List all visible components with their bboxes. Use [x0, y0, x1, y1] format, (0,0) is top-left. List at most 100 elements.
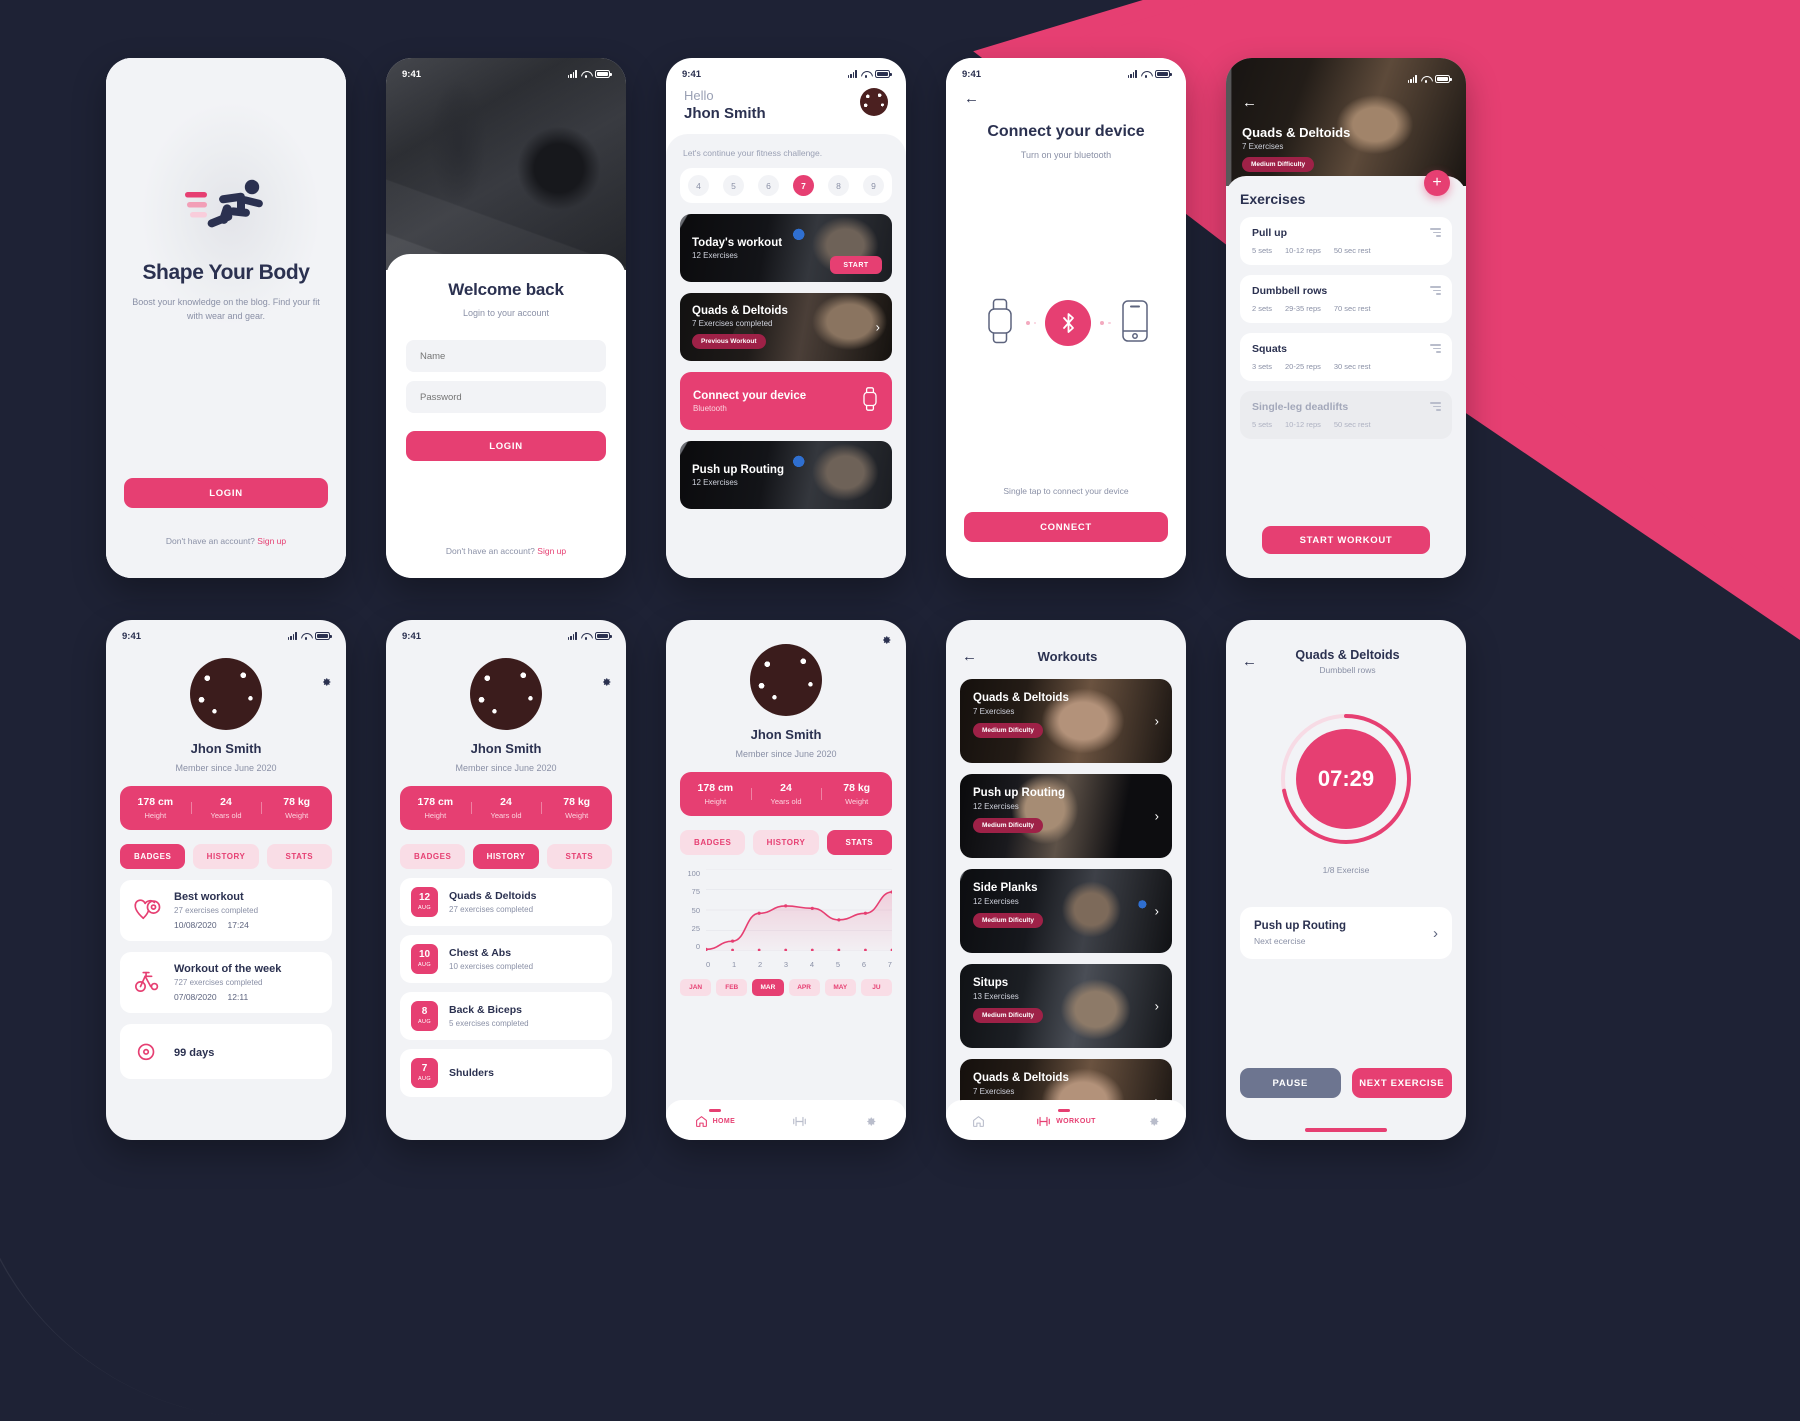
member-since: Member since June 2020 — [175, 763, 277, 773]
pushup-routine-card[interactable]: Push up Routing 12 Exercises — [680, 441, 892, 509]
login-button[interactable]: LOGIN — [406, 431, 606, 461]
month-chip[interactable]: FEB — [716, 979, 748, 996]
watch-icon — [983, 296, 1017, 351]
tab-workout[interactable] — [792, 1115, 807, 1128]
day-chip[interactable]: 4 — [688, 175, 709, 196]
month-chip[interactable]: APR — [788, 979, 820, 996]
day-chip[interactable]: 8 — [828, 175, 849, 196]
tab-settings[interactable] — [864, 1115, 877, 1128]
day-chip[interactable]: 9 — [863, 175, 884, 196]
badge-card[interactable]: Best workout 27 exercises completed 10/0… — [120, 880, 332, 941]
active-indicator — [708, 1109, 721, 1112]
tab-settings[interactable] — [1147, 1115, 1160, 1128]
chevron-right-icon[interactable]: › — [1155, 714, 1159, 729]
date-month: AUG — [417, 1076, 432, 1082]
status-bar — [1242, 66, 1452, 92]
name-input[interactable] — [406, 340, 606, 372]
avatar[interactable] — [470, 658, 542, 730]
workout-card[interactable]: Side Planks 12 Exercises Medium Dificult… — [960, 869, 1172, 953]
exercise-row[interactable]: Pull up 5 sets 10-12 reps 50 sec rest — [1240, 217, 1452, 265]
tab-home[interactable]: HOME — [695, 1109, 736, 1128]
bluetooth-icon[interactable] — [1045, 300, 1091, 346]
drag-handle-icon[interactable] — [1430, 402, 1441, 411]
month-chip[interactable]: JU — [860, 979, 893, 996]
month-chip[interactable]: JAN — [680, 979, 712, 996]
exercise-row[interactable]: Dumbbell rows 2 sets 29-35 reps 70 sec r… — [1240, 275, 1452, 323]
tab-history[interactable]: HISTORY — [753, 830, 819, 855]
user-name: Jhon Smith — [684, 105, 766, 122]
history-row[interactable]: 8 AUG Back & Biceps 5 exercises complete… — [400, 992, 612, 1040]
avatar[interactable] — [750, 644, 822, 716]
gear-icon[interactable] — [880, 634, 892, 646]
connect-button[interactable]: CONNECT — [964, 512, 1168, 542]
x-tick: 7 — [887, 960, 892, 969]
card-title: Connect your device — [693, 389, 807, 402]
workout-card[interactable]: Situps 13 Exercises Medium Dificulty › — [960, 964, 1172, 1048]
exercise-rest: 70 sec rest — [1333, 304, 1371, 313]
start-workout-button[interactable]: START WORKOUT — [1262, 526, 1430, 554]
day-chip[interactable]: 6 — [758, 175, 779, 196]
tab-history[interactable]: HISTORY — [193, 844, 259, 869]
y-tick: 100 — [687, 869, 700, 878]
month-chip-active[interactable]: MAR — [752, 979, 784, 996]
tab-badges[interactable]: BADGES — [680, 830, 746, 855]
exercise-row[interactable]: Single-leg deadlifts 5 sets 10-12 reps 5… — [1240, 391, 1452, 439]
drag-handle-icon[interactable] — [1430, 228, 1441, 237]
tab-stats[interactable]: STATS — [826, 830, 892, 855]
day-chip-active[interactable]: 7 — [793, 175, 814, 196]
history-row[interactable]: 12 AUG Quads & Deltoids 27 exercises com… — [400, 878, 612, 926]
chevron-right-icon[interactable]: › — [1155, 904, 1159, 919]
x-tick: 4 — [809, 960, 815, 969]
back-arrow-icon[interactable]: ← — [1242, 94, 1450, 111]
workout-card[interactable]: Quads & Deltoids 7 Exercises Medium Difi… — [960, 679, 1172, 763]
history-row[interactable]: 7 AUG Shulders — [400, 1049, 612, 1097]
tab-workout[interactable]: WORKOUT — [1036, 1109, 1096, 1128]
chevron-right-icon[interactable]: › — [876, 320, 880, 335]
date-chip: 7 AUG — [411, 1058, 438, 1088]
profile-name: Jhon Smith — [750, 727, 822, 742]
gear-icon[interactable] — [320, 676, 332, 688]
back-arrow-icon[interactable]: ← — [946, 84, 1186, 107]
exercise-sets: 5 sets — [1252, 420, 1273, 429]
badge-card[interactable]: 99 days — [120, 1024, 332, 1079]
pause-button[interactable]: PAUSE — [1240, 1068, 1341, 1098]
chevron-right-icon[interactable]: › — [1155, 1094, 1159, 1109]
stat-height: 178 cm Height — [400, 796, 471, 820]
stat-value: 24 — [780, 782, 792, 794]
tab-badges[interactable]: BADGES — [120, 844, 186, 869]
avatar[interactable] — [190, 658, 262, 730]
todays-workout-card[interactable]: Today's workout 12 Exercises START — [680, 214, 892, 282]
signup-link[interactable]: Sign up — [537, 546, 566, 556]
previous-workout-card[interactable]: Quads & Deltoids 7 Exercises completed P… — [680, 293, 892, 361]
exercise-rest: 30 sec rest — [1333, 362, 1371, 371]
tab-stats[interactable]: STATS — [546, 844, 612, 869]
exercise-row[interactable]: Squats 3 sets 20-25 reps 30 sec rest — [1240, 333, 1452, 381]
connect-device-card[interactable]: Connect your device Bluetooth — [680, 372, 892, 430]
password-input[interactable] — [406, 381, 606, 413]
next-exercise-card[interactable]: Push up Routing Next ecercise › — [1240, 907, 1452, 959]
badge-card[interactable]: Workout of the week 727 exercises comple… — [120, 952, 332, 1013]
day-chip[interactable]: 5 — [723, 175, 744, 196]
difficulty-badge: Medium Dificulty — [973, 818, 1044, 833]
month-chip[interactable]: MAY — [824, 979, 856, 996]
difficulty-badge: Medium Dificulty — [973, 913, 1044, 928]
avatar[interactable] — [860, 88, 888, 116]
next-exercise-button[interactable]: NEXT EXERCISE — [1351, 1068, 1452, 1098]
add-exercise-button[interactable]: + — [1424, 170, 1450, 196]
chevron-right-icon[interactable]: › — [1155, 809, 1159, 824]
start-button[interactable]: START — [830, 256, 882, 274]
workout-card[interactable]: Push up Routing 12 Exercises Medium Difi… — [960, 774, 1172, 858]
tab-history[interactable]: HISTORY — [473, 844, 539, 869]
tab-stats[interactable]: STATS — [266, 844, 332, 869]
history-row[interactable]: 10 AUG Chest & Abs 10 exercises complete… — [400, 935, 612, 983]
chevron-right-icon[interactable]: › — [1433, 925, 1438, 942]
active-indicator — [1058, 1109, 1071, 1112]
drag-handle-icon[interactable] — [1430, 344, 1441, 353]
chevron-right-icon[interactable]: › — [1155, 999, 1159, 1014]
tab-badges[interactable]: BADGES — [400, 844, 466, 869]
gear-icon[interactable] — [600, 676, 612, 688]
tab-home[interactable] — [972, 1115, 985, 1128]
days-streak-icon — [132, 1037, 162, 1068]
login-hero-image: 9:41 — [386, 58, 626, 270]
drag-handle-icon[interactable] — [1430, 286, 1441, 295]
